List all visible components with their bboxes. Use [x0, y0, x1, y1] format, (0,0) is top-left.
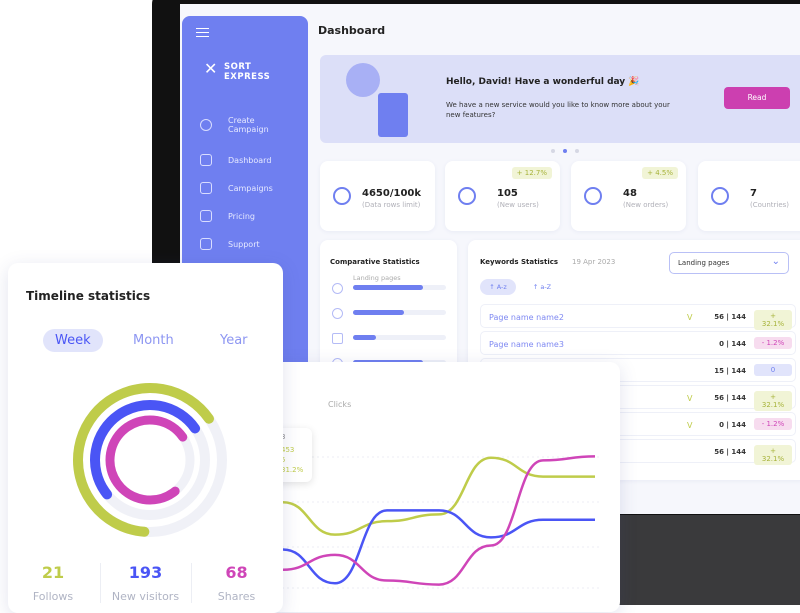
timeline-statistics-card: Timeline statistics Week Month Year 21 Foll…	[8, 263, 283, 613]
series-line-0	[282, 456, 595, 536]
sidebar-item[interactable]: Support	[200, 238, 260, 250]
grid-icon	[200, 154, 212, 166]
change-badge: - 1.2%	[754, 418, 792, 430]
check-icon: V	[687, 313, 693, 322]
sidebar-item[interactable]: Pricing	[200, 210, 255, 222]
page-name-link[interactable]: Page name name2	[489, 313, 564, 322]
add-user-icon	[458, 187, 476, 205]
globe-icon	[711, 187, 729, 205]
tab-month[interactable]: Month	[133, 333, 174, 348]
sidebar-item[interactable]: Create Campaign	[200, 116, 269, 134]
welcome-banner: Hello, David! Have a wonderful day 🎉 We …	[320, 55, 800, 143]
money-icon	[200, 210, 212, 222]
clicks-chart-card: Clicks 3 453 5 31.2%	[262, 362, 620, 612]
read-button[interactable]: Read	[724, 87, 790, 109]
carousel-dots	[551, 149, 579, 153]
change-badge: - 1.2%	[754, 337, 792, 349]
stat-new-visitors: 193 New visitors	[100, 563, 190, 603]
card-title: Keywords Statistics	[480, 258, 559, 266]
globe-icon	[332, 283, 343, 294]
banner-greeting: Hello, David! Have a wonderful day 🎉	[446, 77, 640, 87]
comparative-statistics-card: Comparative Statistics Landing pages	[320, 240, 457, 380]
change-badge: + 4.5%	[642, 167, 678, 179]
logo: ✕ SORT EXPRESS	[204, 59, 271, 83]
landing-pages-select[interactable]: Landing pages ⌄	[669, 252, 789, 274]
change-badge: + 32.1%	[754, 445, 792, 465]
progress-bar	[353, 285, 446, 290]
ring-chart	[73, 382, 227, 537]
stat-shares: 68 Shares	[191, 563, 281, 603]
stat-card: 4650/100k (Data rows limit)	[320, 161, 435, 231]
change-badge: + 32.1%	[754, 391, 792, 411]
menu-icon[interactable]	[196, 28, 209, 37]
carousel-dot[interactable]	[575, 149, 579, 153]
sidebar-item[interactable]: Dashboard	[200, 154, 271, 166]
bar-label: Landing pages	[353, 274, 401, 282]
gauge-icon	[333, 187, 351, 205]
change-badge: 0	[754, 364, 792, 376]
table-row[interactable]: Page name name3 0 | 144 - 1.2%	[480, 331, 796, 355]
megaphone-icon	[200, 182, 212, 194]
tab-year[interactable]: Year	[220, 333, 248, 348]
sort-za-button[interactable]: ↑ a-Z	[524, 279, 560, 295]
card-title: Comparative Statistics	[330, 258, 420, 266]
progress-bar	[353, 335, 446, 340]
check-icon: V	[687, 394, 693, 403]
banner-text: We have a new service would you like to …	[446, 101, 670, 119]
change-badge: + 32.1%	[754, 310, 792, 330]
stat-card: 48 (New orders) + 4.5%	[571, 161, 686, 231]
stat-card: 105 (New users) + 12.7%	[445, 161, 560, 231]
page-title: Dashboard	[318, 24, 386, 37]
plus-circle-icon	[200, 119, 212, 131]
sidebar-item[interactable]: Campaigns	[200, 182, 273, 194]
check-icon: V	[687, 421, 693, 430]
carousel-dot[interactable]	[551, 149, 555, 153]
tab-week[interactable]: Week	[43, 329, 103, 352]
chat-icon	[200, 238, 212, 250]
table-row[interactable]: Page name name2 V 56 | 144 + 32.1%	[480, 304, 796, 330]
facebook-icon	[332, 333, 343, 344]
checklist-illustration	[378, 93, 408, 137]
chevron-down-icon: ⌄	[771, 256, 780, 267]
sort-az-button[interactable]: ↑ A-z	[480, 279, 516, 295]
stat-follows: 21 Follows	[32, 563, 74, 603]
page-name-link[interactable]: Page name name3	[489, 340, 564, 349]
stat-card: 7 (Countries)	[698, 161, 800, 231]
balloon-illustration	[346, 63, 380, 97]
cart-icon	[584, 187, 602, 205]
card-title: Timeline statistics	[26, 289, 151, 303]
change-badge: + 12.7%	[511, 167, 552, 179]
date-label: 19 Apr 2023	[572, 258, 616, 266]
world-icon	[332, 308, 343, 319]
progress-bar	[353, 310, 446, 315]
line-chart	[282, 455, 602, 589]
carousel-dot-active[interactable]	[563, 149, 567, 153]
